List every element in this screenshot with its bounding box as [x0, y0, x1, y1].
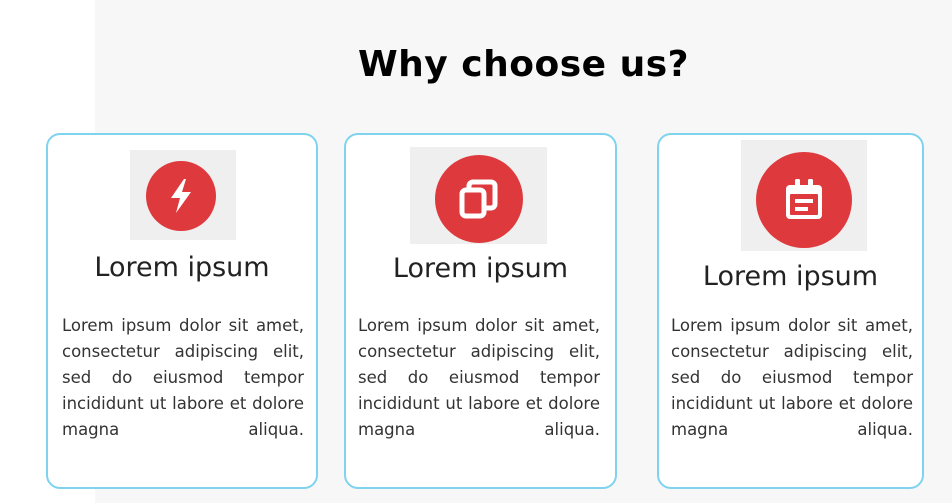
card-description: Lorem ipsum dolor sit amet, consectetur …: [358, 316, 600, 439]
card-description: Lorem ipsum dolor sit amet, consectetur …: [62, 316, 304, 439]
card-description: Lorem ipsum dolor sit amet, consectetur …: [671, 316, 913, 439]
icon-frame: [410, 147, 547, 244]
calendar-icon: [756, 152, 852, 248]
card-title: Lorem ipsum: [392, 253, 569, 284]
card-title: Lorem ipsum: [702, 261, 879, 292]
copy-windows-icon: [435, 155, 523, 243]
feature-card: Lorem ipsum Lorem ipsum dolor sit amet, …: [657, 133, 924, 489]
section-title: Why choose us?: [357, 44, 690, 85]
card-title: Lorem ipsum: [94, 252, 270, 283]
lightning-bolt-icon: [146, 161, 216, 231]
feature-card: Lorem ipsum Lorem ipsum dolor sit amet, …: [46, 133, 318, 489]
feature-card: Lorem ipsum Lorem ipsum dolor sit amet, …: [344, 133, 617, 489]
icon-frame: [130, 150, 236, 240]
icon-frame: [741, 140, 867, 251]
